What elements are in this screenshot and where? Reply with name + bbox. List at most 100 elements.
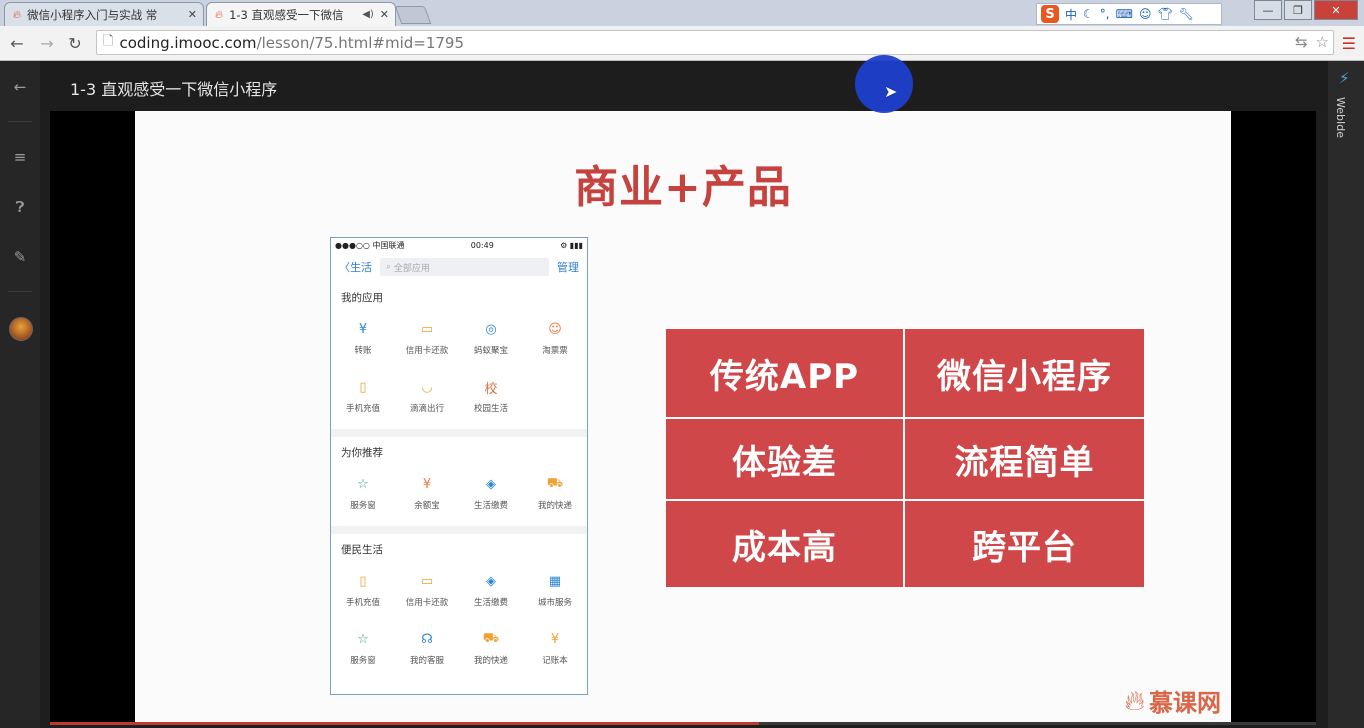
flame-icon: 🔥︎ bbox=[215, 7, 224, 21]
app-label: 记账本 bbox=[542, 655, 568, 666]
new-tab-button[interactable] bbox=[394, 6, 432, 24]
app-grid: ☆ 服务窗 ¥ 余额宝 ◈ 生活缴费 ⛟ 我的快递 bbox=[331, 464, 587, 526]
lightning-icon[interactable]: ⚡︎ bbox=[1339, 69, 1350, 87]
app-icon: ◎ bbox=[485, 322, 497, 337]
app-item: ▯ 手机充值 bbox=[331, 561, 395, 619]
note-pencil-icon[interactable]: ✎ bbox=[10, 247, 30, 267]
question-icon[interactable]: ❓︎ bbox=[10, 197, 30, 217]
phone-back-label: 〈生活 bbox=[339, 261, 372, 274]
table-cell: 流程简单 bbox=[905, 419, 1144, 499]
moon-icon[interactable]: ☾ bbox=[1083, 7, 1094, 21]
app-label: 手机充值 bbox=[345, 403, 380, 414]
app-icon: ¥ bbox=[550, 632, 560, 647]
app-item: ⛟ 我的快递 bbox=[523, 464, 587, 522]
sogou-ime-icon[interactable]: S bbox=[1041, 5, 1059, 23]
address-bar[interactable]: 🗋︎ coding.imooc.com/lesson/75.html#mid=1… bbox=[96, 30, 1334, 55]
app-icon: ▦ bbox=[548, 574, 562, 589]
app-label: 蚂蚁聚宝 bbox=[473, 345, 508, 356]
app-label: 服务窗 bbox=[350, 500, 376, 511]
forward-button[interactable]: → bbox=[36, 32, 58, 54]
app-item: ☆ 服务窗 bbox=[331, 619, 395, 677]
lesson-header: 1-3 直观感受一下微信小程序 bbox=[40, 61, 1328, 111]
phone-screenshot: ●●●○○ 中国联通 00:49 ⚙ ▮▮▮ 〈生活 ⌕ 全部应用 管理 我的应… bbox=[330, 237, 588, 695]
tab-title: 1-3 直观感受一下微信 bbox=[229, 7, 344, 22]
app-item: ¥ 记账本 bbox=[523, 619, 587, 677]
ime-mode[interactable]: 中 bbox=[1065, 6, 1077, 23]
app-item: ▭ 信用卡还款 bbox=[395, 561, 459, 619]
app-label: 城市服务 bbox=[537, 597, 572, 608]
avatar[interactable] bbox=[9, 317, 33, 341]
keyboard-icon[interactable]: ⌨ bbox=[1116, 7, 1133, 21]
reload-button[interactable]: ↻ bbox=[64, 32, 86, 54]
video-progress-bar[interactable] bbox=[50, 722, 1316, 725]
close-icon[interactable]: ✕ bbox=[188, 8, 197, 21]
status-time: 00:49 bbox=[470, 240, 494, 250]
progress-fill bbox=[50, 722, 759, 725]
punct-icon[interactable]: °, bbox=[1100, 7, 1110, 21]
left-sidebar: ← ≡ ❓︎ ✎ bbox=[0, 61, 40, 728]
app-label: 信用卡还款 bbox=[405, 597, 449, 608]
app-label: 校园生活 bbox=[473, 403, 508, 414]
app-icon: ☆ bbox=[357, 477, 369, 492]
app-item: ▯ 手机充值 bbox=[331, 367, 395, 425]
table-cell: 成本高 bbox=[666, 501, 903, 587]
chapter-list-icon[interactable]: ≡ bbox=[10, 147, 30, 167]
translate-icon[interactable]: ⇆ bbox=[1295, 33, 1308, 51]
tab-strip: 🔥︎ 微信小程序入门与实战 常 ✕ 🔥︎ 1-3 直观感受一下微信 ◀︎) ✕ … bbox=[0, 0, 1364, 26]
phone-manage-label: 管理 bbox=[557, 261, 579, 274]
app-icon: ▯ bbox=[359, 380, 367, 395]
back-button[interactable]: ← bbox=[6, 32, 28, 54]
phone-nav-bar: 〈生活 ⌕ 全部应用 管理 bbox=[331, 252, 587, 282]
app-icon: ¥ bbox=[422, 477, 432, 492]
app-item: ☊ 我的客服 bbox=[395, 619, 459, 677]
close-window-button[interactable]: ✕ bbox=[1314, 0, 1358, 20]
app-icon: 校 bbox=[484, 382, 498, 397]
mouse-cursor-icon: ➤ bbox=[884, 82, 898, 101]
speaker-icon: ◀︎) bbox=[362, 9, 374, 20]
app-item: ☺ 淘票票 bbox=[523, 309, 587, 367]
table-cell: 跨平台 bbox=[905, 501, 1144, 587]
shirt-icon[interactable]: 👕︎ bbox=[1157, 7, 1172, 21]
back-arrow-icon[interactable]: ← bbox=[10, 77, 30, 97]
section-title: 我的应用 bbox=[341, 292, 383, 304]
tab-course[interactable]: 🔥︎ 微信小程序入门与实战 常 ✕ bbox=[4, 2, 204, 26]
app-label: 滴滴出行 bbox=[409, 403, 444, 414]
app-label: 淘票票 bbox=[542, 345, 568, 356]
divider bbox=[8, 291, 32, 292]
app-item: ☆ 服务窗 bbox=[331, 464, 395, 522]
carrier: ●●●○○ 中国联通 bbox=[335, 240, 405, 250]
app-item: ◈ 生活缴费 bbox=[459, 464, 523, 522]
app-icon: ◈ bbox=[486, 477, 496, 492]
divider bbox=[331, 429, 587, 437]
page-icon: 🗋︎ bbox=[103, 33, 114, 49]
section-title: 为你推荐 bbox=[341, 447, 383, 459]
ime-toolbar[interactable]: S 中 ☾ °, ⌨ ☺ 👕︎ 🔧︎ bbox=[1036, 3, 1222, 25]
logo-text: 慕课网 bbox=[1149, 689, 1221, 717]
app-icon: ◡ bbox=[421, 380, 433, 395]
table-cell: 微信小程序 bbox=[905, 329, 1144, 417]
app-label: 生活缴费 bbox=[473, 597, 508, 608]
app-label: 手机充值 bbox=[345, 597, 380, 608]
app-icon: ☺ bbox=[548, 322, 562, 337]
app-item: 校校园生活 bbox=[459, 367, 523, 425]
wrench-icon[interactable]: 🔧︎ bbox=[1179, 7, 1194, 21]
divider bbox=[331, 526, 587, 534]
browser-menu-icon[interactable]: ☰ bbox=[1342, 34, 1356, 53]
app-icon: ◈ bbox=[486, 574, 496, 589]
app-item: ⛟ 我的快递 bbox=[459, 619, 523, 677]
user-icon[interactable]: ☺ bbox=[1139, 7, 1152, 21]
bookmark-star-icon[interactable]: ☆ bbox=[1316, 33, 1329, 51]
url-text[interactable]: coding.imooc.com/lesson/75.html#mid=1795 bbox=[119, 34, 464, 52]
app-icon: ☊ bbox=[421, 632, 433, 647]
minimize-button[interactable]: — bbox=[1254, 0, 1282, 20]
app-icon: ▭ bbox=[420, 322, 434, 337]
app-item: ◡ 滴滴出行 bbox=[395, 367, 459, 425]
tab-lesson[interactable]: 🔥︎ 1-3 直观感受一下微信 ◀︎) ✕ bbox=[206, 2, 396, 26]
webide-label[interactable]: WebIde bbox=[1334, 97, 1347, 138]
app-grid: ▯ 手机充值 ▭ 信用卡还款 ◈ 生活缴费 ▦ 城市服务 ☆ 服务窗 ☊ 我的客服 ⛟ 我的快递 ¥ 记账本 bbox=[331, 561, 587, 681]
app-icon: ⛟ bbox=[482, 631, 500, 646]
restore-button[interactable]: ❐ bbox=[1284, 0, 1312, 20]
battery-icon: ⚙ ▮▮▮ bbox=[560, 240, 583, 250]
table-cell: 传统APP bbox=[666, 329, 903, 417]
close-icon[interactable]: ✕ bbox=[380, 8, 389, 21]
